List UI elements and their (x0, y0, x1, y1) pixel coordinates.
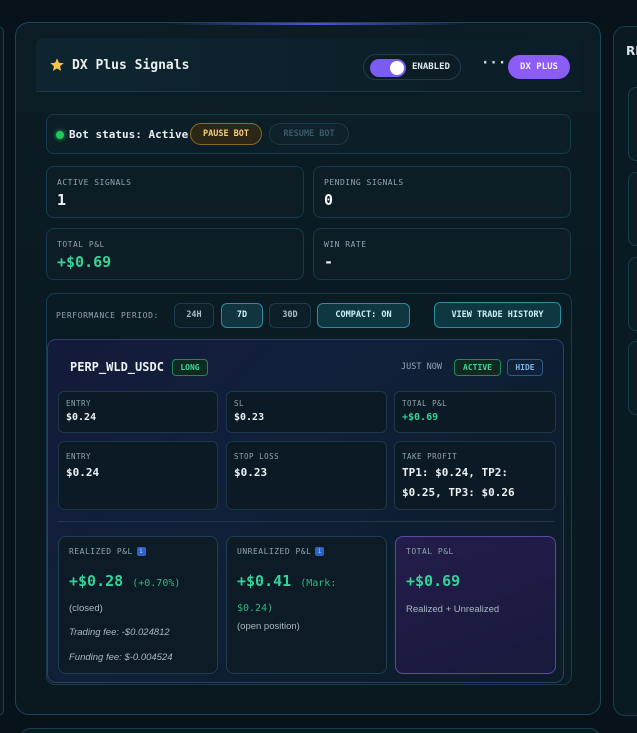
cell-value: $0.24 (66, 466, 100, 479)
stat-value: 0 (324, 191, 334, 209)
realized-pnl-card: REALIZED P&L i +$0.28 (+0.70%) (closed) T… (58, 536, 218, 674)
right-panel-card (628, 87, 637, 161)
cell-label: STOP LOSS (234, 452, 280, 461)
pause-bot-button[interactable]: PAUSE BOT (190, 123, 262, 145)
side-badge: LONG (172, 359, 208, 376)
bot-status-bar: Bot status: Active PAUSE BOT RESUME BOT (46, 114, 571, 154)
toggle-label: ENABLED (412, 62, 450, 72)
period-30d-button[interactable]: 30D (269, 303, 311, 328)
compact-sl: SL $0.23 (226, 391, 387, 433)
cell-label: ENTRY (66, 399, 92, 408)
stat-value: 1 (57, 191, 67, 209)
cell-value: TP1: $0.24, TP2: (402, 466, 508, 479)
bot-status-text: Bot status: Active (69, 128, 189, 141)
total-pnl-card: TOTAL P&L +$0.69 Realized + Unrealized (395, 536, 556, 674)
stat-pending-signals: PENDING SIGNALS 0 (313, 166, 571, 218)
plan-badge[interactable]: DX PLUS (508, 55, 570, 79)
divider (58, 521, 555, 522)
hide-button[interactable]: HIDE (507, 359, 543, 376)
stat-active-signals: ACTIVE SIGNALS 1 (46, 166, 304, 218)
unrealized-pnl-card: UNREALIZED P&L i +$0.41 (Mark: $0.24) (ope… (226, 536, 387, 674)
stat-label: WIN RATE (324, 240, 367, 249)
star-icon (50, 58, 64, 71)
stat-total-pnl: TOTAL P&L +$0.69 (46, 228, 304, 280)
pnl-note: (open position) (237, 621, 300, 632)
pnl-value: +$0.69 (406, 572, 461, 590)
stat-value: +$0.69 (57, 253, 112, 271)
signals-card: DX Plus Signals ENABLED ··· DX PLUS Bot … (15, 22, 601, 715)
pnl-note: Realized + Unrealized (406, 604, 500, 615)
stat-value: - (324, 253, 334, 271)
detail-stop-loss: STOP LOSS $0.23 (226, 441, 387, 510)
enabled-toggle[interactable]: ENABLED (363, 54, 461, 80)
signal-time: JUST NOW (401, 362, 442, 372)
cell-value: $0.23 (234, 466, 268, 479)
pnl-note: (closed) (69, 603, 103, 614)
stat-label: TOTAL P&L (57, 240, 105, 249)
period-24h-button[interactable]: 24H (174, 303, 214, 328)
status-badge: ACTIVE (454, 359, 501, 376)
right-panel-card (628, 172, 637, 246)
cell-value: +$0.69 (402, 412, 439, 423)
right-panel-card (628, 341, 637, 415)
pnl-value: +$0.28 (+0.70%) (69, 572, 181, 590)
cell-value: $0.24 (66, 412, 97, 423)
right-panel-card (628, 257, 637, 331)
card-header: DX Plus Signals ENABLED ··· DX PLUS (36, 38, 581, 92)
performance-period-label: PERFORMANCE PERIOD: (56, 311, 159, 320)
bottom-panel-fragment (20, 728, 600, 733)
period-7d-button[interactable]: 7D (221, 303, 263, 328)
detail-entry: ENTRY $0.24 (58, 441, 218, 510)
compact-entry: ENTRY $0.24 (58, 391, 218, 433)
performance-section: PERFORMANCE PERIOD: 24H 7D 30D COMPACT: … (46, 293, 572, 685)
pnl-label: TOTAL P&L (406, 547, 454, 556)
more-options-icon[interactable]: ··· (481, 55, 506, 71)
trading-fee: Trading fee: -$0.024812 (69, 627, 170, 638)
cell-label: TAKE PROFIT (402, 452, 458, 461)
toggle-track (370, 59, 406, 77)
compact-total-pnl: TOTAL P&L +$0.69 (394, 391, 556, 433)
info-icon[interactable]: i (315, 547, 325, 556)
compact-toggle-button[interactable]: COMPACT: ON (317, 303, 410, 328)
card-title: DX Plus Signals (72, 58, 190, 73)
toggle-knob (390, 61, 404, 75)
left-panel-fragment (0, 26, 4, 716)
funding-fee: Funding fee: $-0.004524 (69, 652, 173, 663)
cell-label: TOTAL P&L (402, 399, 448, 408)
pnl-label: UNREALIZED P&L i (237, 547, 325, 556)
signal-symbol: PERP_WLD_USDC (70, 360, 164, 374)
stat-win-rate: WIN RATE - (313, 228, 571, 280)
pnl-value: +$0.41 (Mark: $0.24) (237, 572, 337, 614)
cell-label: SL (234, 399, 245, 408)
status-dot-icon (56, 131, 64, 139)
info-icon[interactable]: i (136, 547, 146, 556)
cell-label: ENTRY (66, 452, 92, 461)
right-panel-title: RE (626, 44, 637, 58)
resume-bot-button[interactable]: RESUME BOT (269, 123, 349, 145)
view-trade-history-button[interactable]: VIEW TRADE HISTORY (434, 302, 561, 328)
stat-label: PENDING SIGNALS (324, 178, 404, 187)
detail-take-profit: TAKE PROFIT TP1: $0.24, TP2: $0.25, TP3:… (394, 441, 556, 510)
signal-card: PERP_WLD_USDC LONG JUST NOW ACTIVE HIDE … (47, 339, 564, 683)
pnl-label: REALIZED P&L i (69, 547, 146, 556)
cell-value: $0.25, TP3: $0.26 (402, 486, 515, 499)
right-panel-fragment: RE (613, 26, 637, 716)
cell-value: $0.23 (234, 412, 265, 423)
stat-label: ACTIVE SIGNALS (57, 178, 132, 187)
